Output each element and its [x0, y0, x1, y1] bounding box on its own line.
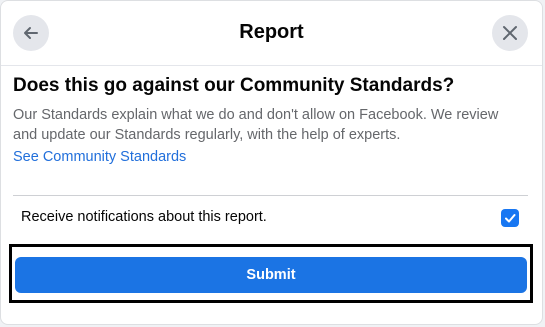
notifications-checkbox[interactable]: [501, 209, 519, 227]
close-button[interactable]: [492, 15, 528, 51]
divider: [13, 195, 528, 196]
dialog-title: Report: [239, 21, 304, 43]
community-standards-link[interactable]: See Community Standards: [13, 149, 186, 165]
standards-description: Our Standards explain what we do and don…: [13, 107, 499, 143]
submit-button[interactable]: Submit: [15, 257, 527, 293]
report-dialog: Report Does this go against our Communit…: [0, 0, 543, 325]
dialog-header: Report: [1, 1, 542, 66]
question-heading: Does this go against our Community Stand…: [13, 75, 455, 96]
close-icon: [503, 26, 517, 40]
notifications-label: Receive notifications about this report.: [21, 209, 267, 225]
checkmark-icon: [505, 214, 516, 223]
